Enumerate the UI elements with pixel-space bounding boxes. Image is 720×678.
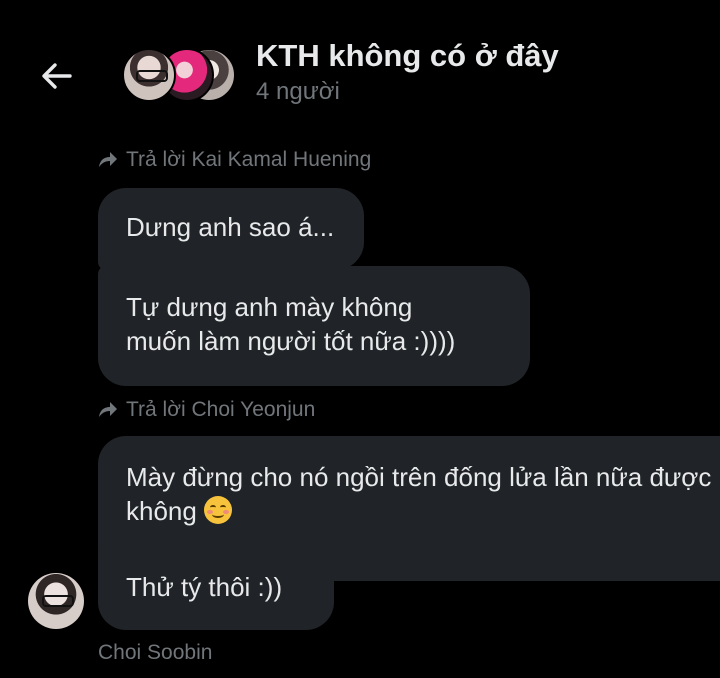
- back-button[interactable]: [36, 55, 78, 97]
- sender-name: Choi Soobin: [98, 641, 213, 664]
- member-count: 4 người: [256, 78, 340, 105]
- sender-avatar[interactable]: [28, 573, 84, 629]
- message-bubble[interactable]: Dưng anh sao á...: [98, 188, 364, 270]
- reply-arrow-icon: [99, 152, 117, 167]
- member-avatar: [122, 48, 176, 102]
- message-text: không: [126, 496, 197, 526]
- reply-label: Trả lời Kai Kamal Huening: [126, 148, 372, 171]
- reply-arrow-icon: [99, 402, 117, 417]
- message-text: Thử tý thôi :)): [126, 572, 283, 602]
- message-text: muốn làm người tốt nữa :)))): [126, 326, 456, 356]
- conversation-title[interactable]: KTH không có ở đây: [256, 38, 559, 74]
- arrow-left-icon: [42, 63, 72, 89]
- reply-indicator[interactable]: Trả lời Kai Kamal Huening: [98, 148, 371, 172]
- reply-indicator[interactable]: Trả lời Choi Yeonjun: [98, 398, 315, 422]
- message-bubble[interactable]: Tự dưng anh mày không muốn làm người tốt…: [98, 266, 530, 386]
- message-text: Dưng anh sao á...: [126, 212, 335, 242]
- smiling-face-icon: [204, 496, 233, 524]
- reply-label: Trả lời Choi Yeonjun: [126, 398, 316, 421]
- message-text: Mày đừng cho nó ngồi trên đống lửa lần n…: [126, 462, 712, 492]
- message-bubble[interactable]: Thử tý thôi :)): [98, 546, 334, 630]
- message-text: Tự dưng anh mày không: [126, 292, 413, 322]
- group-avatars[interactable]: [122, 46, 236, 102]
